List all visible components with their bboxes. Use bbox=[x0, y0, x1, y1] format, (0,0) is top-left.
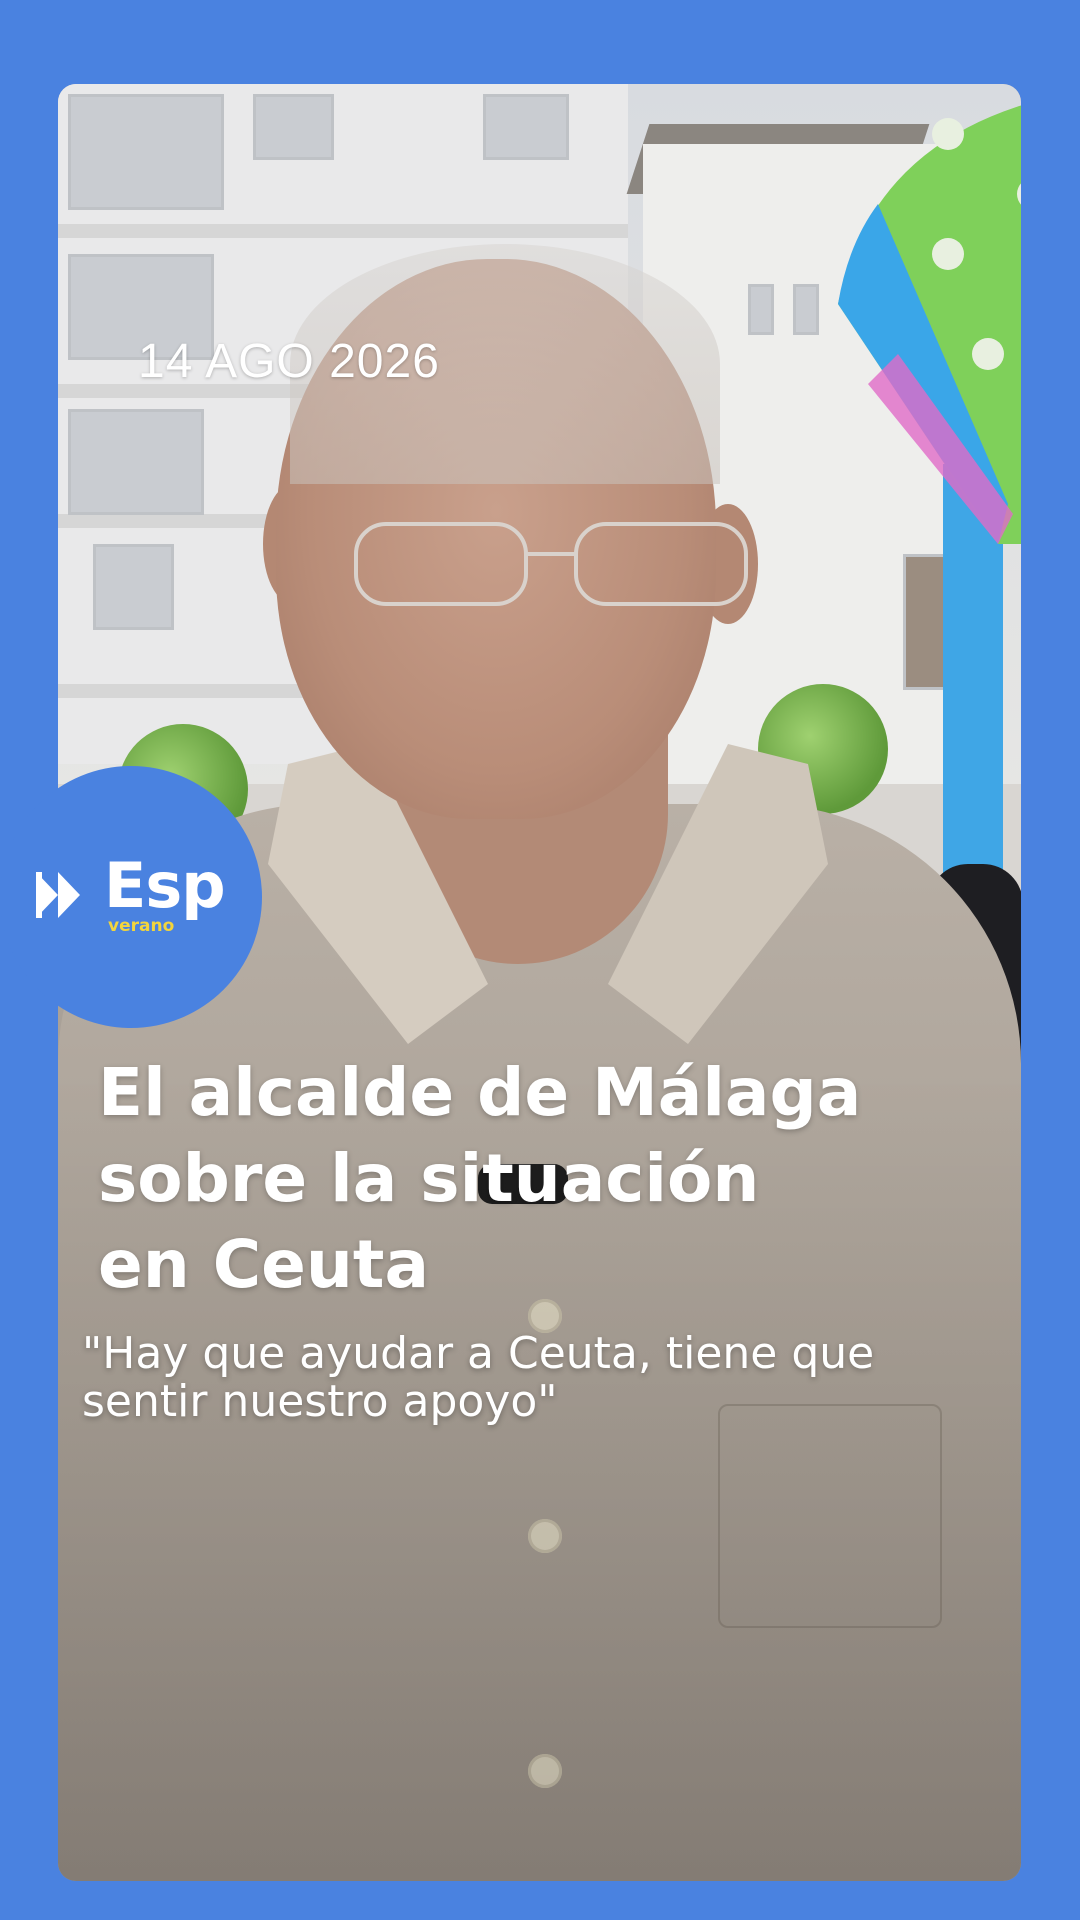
balcony-line bbox=[58, 224, 628, 238]
quote-line: sentir nuestro apoyo" bbox=[82, 1376, 558, 1427]
window bbox=[68, 409, 204, 515]
quote: "Hay que ayudar a Ceuta, tiene que senti… bbox=[82, 1330, 982, 1426]
window bbox=[793, 284, 819, 335]
window bbox=[93, 544, 174, 630]
story-date: 14 AGO 2026 bbox=[138, 335, 440, 388]
window bbox=[253, 94, 334, 160]
brand-tagline: verano bbox=[108, 916, 175, 936]
window bbox=[748, 284, 774, 335]
headline-line: en Ceuta bbox=[98, 1226, 429, 1303]
glasses bbox=[354, 522, 748, 606]
decorative-fan bbox=[838, 105, 1021, 544]
double-play-icon bbox=[36, 872, 80, 918]
window bbox=[68, 94, 224, 210]
window bbox=[483, 94, 569, 160]
headline-line: El alcalde de Málaga bbox=[98, 1054, 862, 1131]
quote-line: "Hay que ayudar a Ceuta, tiene que bbox=[82, 1328, 875, 1379]
headline: El alcalde de Málaga sobre la situación … bbox=[98, 1050, 918, 1308]
headline-line: sobre la situación bbox=[98, 1140, 760, 1217]
brand-name: Esp bbox=[104, 849, 226, 922]
